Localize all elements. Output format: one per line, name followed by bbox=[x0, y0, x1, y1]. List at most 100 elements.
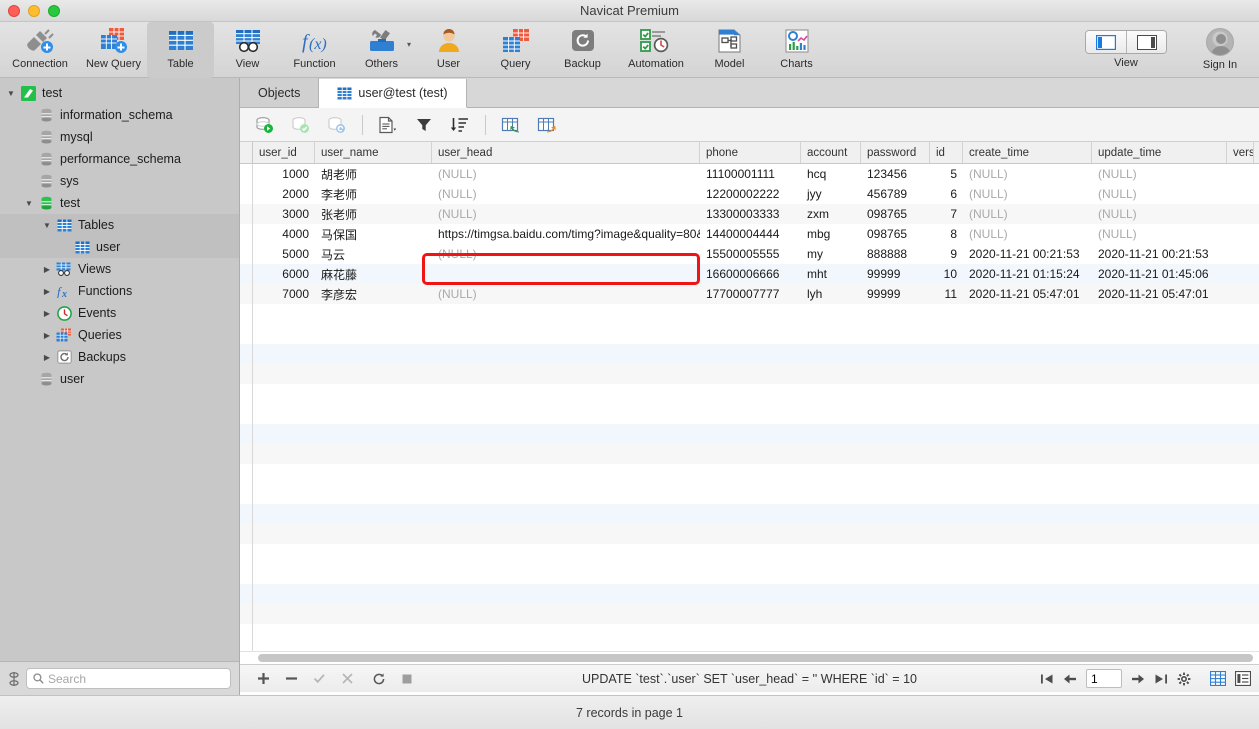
cell-user_name[interactable]: 胡老师 bbox=[315, 164, 432, 184]
cell-vers[interactable] bbox=[1227, 244, 1254, 264]
cell-user_id[interactable]: 5000 bbox=[253, 244, 315, 264]
cell-update_time[interactable]: (NULL) bbox=[1092, 164, 1227, 184]
cell-id[interactable]: 11 bbox=[930, 284, 963, 304]
cell-password[interactable]: 098765 bbox=[861, 224, 930, 244]
tree-item-performance_schema[interactable]: performance_schema bbox=[0, 148, 239, 170]
object-tree[interactable]: ▼ test information_schema mysql performance_… bbox=[0, 78, 239, 390]
previous-page-icon[interactable] bbox=[1063, 673, 1077, 685]
grid-view-icon[interactable] bbox=[1210, 671, 1226, 686]
right-pane-view-icon[interactable] bbox=[1126, 31, 1166, 53]
toolbar-button-table[interactable]: Table bbox=[147, 22, 214, 78]
cell-account[interactable]: jyy bbox=[801, 184, 861, 204]
column-header-password[interactable]: password bbox=[861, 142, 930, 163]
tree-item-sys[interactable]: sys bbox=[0, 170, 239, 192]
cell-update_time[interactable]: (NULL) bbox=[1092, 224, 1227, 244]
page-number-input[interactable] bbox=[1086, 669, 1122, 688]
commit-icon[interactable] bbox=[290, 114, 312, 136]
cell-create_time[interactable]: 2020-11-21 01:15:24 bbox=[963, 264, 1092, 284]
settings-icon[interactable] bbox=[1177, 672, 1191, 686]
cell-user_head[interactable]: (NULL) bbox=[432, 204, 700, 224]
cell-password[interactable]: 456789 bbox=[861, 184, 930, 204]
tree-item-test[interactable]: ▼ test bbox=[0, 192, 239, 214]
cell-user_id[interactable]: 2000 bbox=[253, 184, 315, 204]
tree-item-events[interactable]: ▶ Events bbox=[0, 302, 239, 324]
cell-user_id[interactable]: 7000 bbox=[253, 284, 315, 304]
toolbar-button-charts[interactable]: Charts bbox=[763, 22, 830, 78]
cell-account[interactable]: my bbox=[801, 244, 861, 264]
cell-id[interactable]: 7 bbox=[930, 204, 963, 224]
cell-update_time[interactable]: (NULL) bbox=[1092, 204, 1227, 224]
cell-user_head[interactable]: https://timgsa.baidu.com/timg?image&qual… bbox=[432, 224, 700, 244]
cell-user_id[interactable]: 6000 bbox=[253, 264, 315, 284]
sidebar-search-input[interactable] bbox=[48, 671, 224, 686]
tree-item-test[interactable]: ▼ test bbox=[0, 82, 239, 104]
cell-user_head[interactable]: (NULL) bbox=[432, 184, 700, 204]
column-header-user_id[interactable]: user_id bbox=[253, 142, 315, 163]
cell-user_name[interactable]: 张老师 bbox=[315, 204, 432, 224]
cell-phone[interactable]: 13300003333 bbox=[700, 204, 801, 224]
sort-icon[interactable] bbox=[449, 114, 471, 136]
cell-account[interactable]: mbg bbox=[801, 224, 861, 244]
cell-user_head[interactable] bbox=[432, 264, 700, 284]
cell-phone[interactable]: 17700007777 bbox=[700, 284, 801, 304]
cell-user_head[interactable]: (NULL) bbox=[432, 284, 700, 304]
cell-vers[interactable] bbox=[1227, 204, 1254, 224]
filter-icon[interactable] bbox=[413, 114, 435, 136]
cell-update_time[interactable]: (NULL) bbox=[1092, 184, 1227, 204]
apply-change-icon[interactable] bbox=[310, 670, 328, 688]
toolbar-button-automation[interactable]: Automation bbox=[616, 22, 696, 78]
cell-phone[interactable]: 16600006666 bbox=[700, 264, 801, 284]
cell-create_time[interactable]: (NULL) bbox=[963, 164, 1092, 184]
stop-icon[interactable] bbox=[398, 670, 416, 688]
table-row[interactable]: 2000 李老师 (NULL) 12200002222 jyy 456789 6 (NULL)… bbox=[240, 184, 1259, 204]
disclosure-open-icon[interactable]: ▼ bbox=[22, 199, 36, 208]
tree-item-user[interactable]: user bbox=[0, 368, 239, 390]
disclosure-closed-icon[interactable]: ▶ bbox=[40, 331, 54, 340]
import-wizard-icon[interactable] bbox=[500, 114, 522, 136]
cell-id[interactable]: 5 bbox=[930, 164, 963, 184]
cell-vers[interactable] bbox=[1227, 164, 1254, 184]
cell-phone[interactable]: 15500005555 bbox=[700, 244, 801, 264]
toolbar-button-connection[interactable]: Connection bbox=[0, 22, 80, 78]
horizontal-scrollbar-thumb[interactable] bbox=[258, 654, 1253, 662]
form-view-icon[interactable] bbox=[1235, 671, 1251, 686]
cell-vers[interactable] bbox=[1227, 264, 1254, 284]
tree-item-mysql[interactable]: mysql bbox=[0, 126, 239, 148]
horizontal-scrollbar-track[interactable] bbox=[240, 651, 1259, 664]
cell-user_name[interactable]: 马保国 bbox=[315, 224, 432, 244]
toolbar-button-function[interactable]: f (x) Function bbox=[281, 22, 348, 78]
cell-create_time[interactable]: (NULL) bbox=[963, 224, 1092, 244]
column-header-phone[interactable]: phone bbox=[700, 142, 801, 163]
cell-password[interactable]: 123456 bbox=[861, 164, 930, 184]
add-record-icon[interactable] bbox=[254, 670, 272, 688]
cell-user_id[interactable]: 3000 bbox=[253, 204, 315, 224]
column-header-vers[interactable]: vers bbox=[1227, 142, 1254, 163]
tree-item-queries[interactable]: ▶ Queries bbox=[0, 324, 239, 346]
export-wizard-icon[interactable] bbox=[536, 114, 558, 136]
data-grid[interactable]: user_id user_name user_head phone account pas… bbox=[240, 142, 1259, 651]
cell-user_id[interactable]: 1000 bbox=[253, 164, 315, 184]
column-header-update_time[interactable]: update_time bbox=[1092, 142, 1227, 163]
cell-phone[interactable]: 12200002222 bbox=[700, 184, 801, 204]
cell-update_time[interactable]: 2020-11-21 05:47:01 bbox=[1092, 284, 1227, 304]
toolbar-button-user[interactable]: User bbox=[415, 22, 482, 78]
table-row[interactable]: 7000 李彦宏 (NULL) 17700007777 lyh 99999 11 2020-1… bbox=[240, 284, 1259, 304]
disclosure-open-icon[interactable]: ▼ bbox=[4, 89, 18, 98]
next-page-icon[interactable] bbox=[1131, 673, 1145, 685]
toolbar-button-new-query[interactable]: New Query bbox=[80, 22, 147, 78]
cell-id[interactable]: 6 bbox=[930, 184, 963, 204]
cell-phone[interactable]: 11100001111 bbox=[700, 164, 801, 184]
toolbar-button-model[interactable]: Model bbox=[696, 22, 763, 78]
tree-item-backups[interactable]: ▶ Backups bbox=[0, 346, 239, 368]
tree-item-information_schema[interactable]: information_schema bbox=[0, 104, 239, 126]
cell-id[interactable]: 8 bbox=[930, 224, 963, 244]
table-row[interactable]: 5000 马云 (NULL) 15500005555 my 888888 9 2020-11-… bbox=[240, 244, 1259, 264]
tab-user-at-test[interactable]: user@test (test) bbox=[319, 79, 467, 108]
sign-in-button[interactable]: Sign In bbox=[1189, 22, 1251, 71]
disclosure-closed-icon[interactable]: ▶ bbox=[40, 353, 54, 362]
tree-item-user[interactable]: user bbox=[0, 236, 239, 258]
cell-id[interactable]: 9 bbox=[930, 244, 963, 264]
delete-record-icon[interactable] bbox=[282, 670, 300, 688]
table-row[interactable]: 3000 张老师 (NULL) 13300003333 zxm 098765 7 (NULL)… bbox=[240, 204, 1259, 224]
cell-create_time[interactable]: (NULL) bbox=[963, 204, 1092, 224]
